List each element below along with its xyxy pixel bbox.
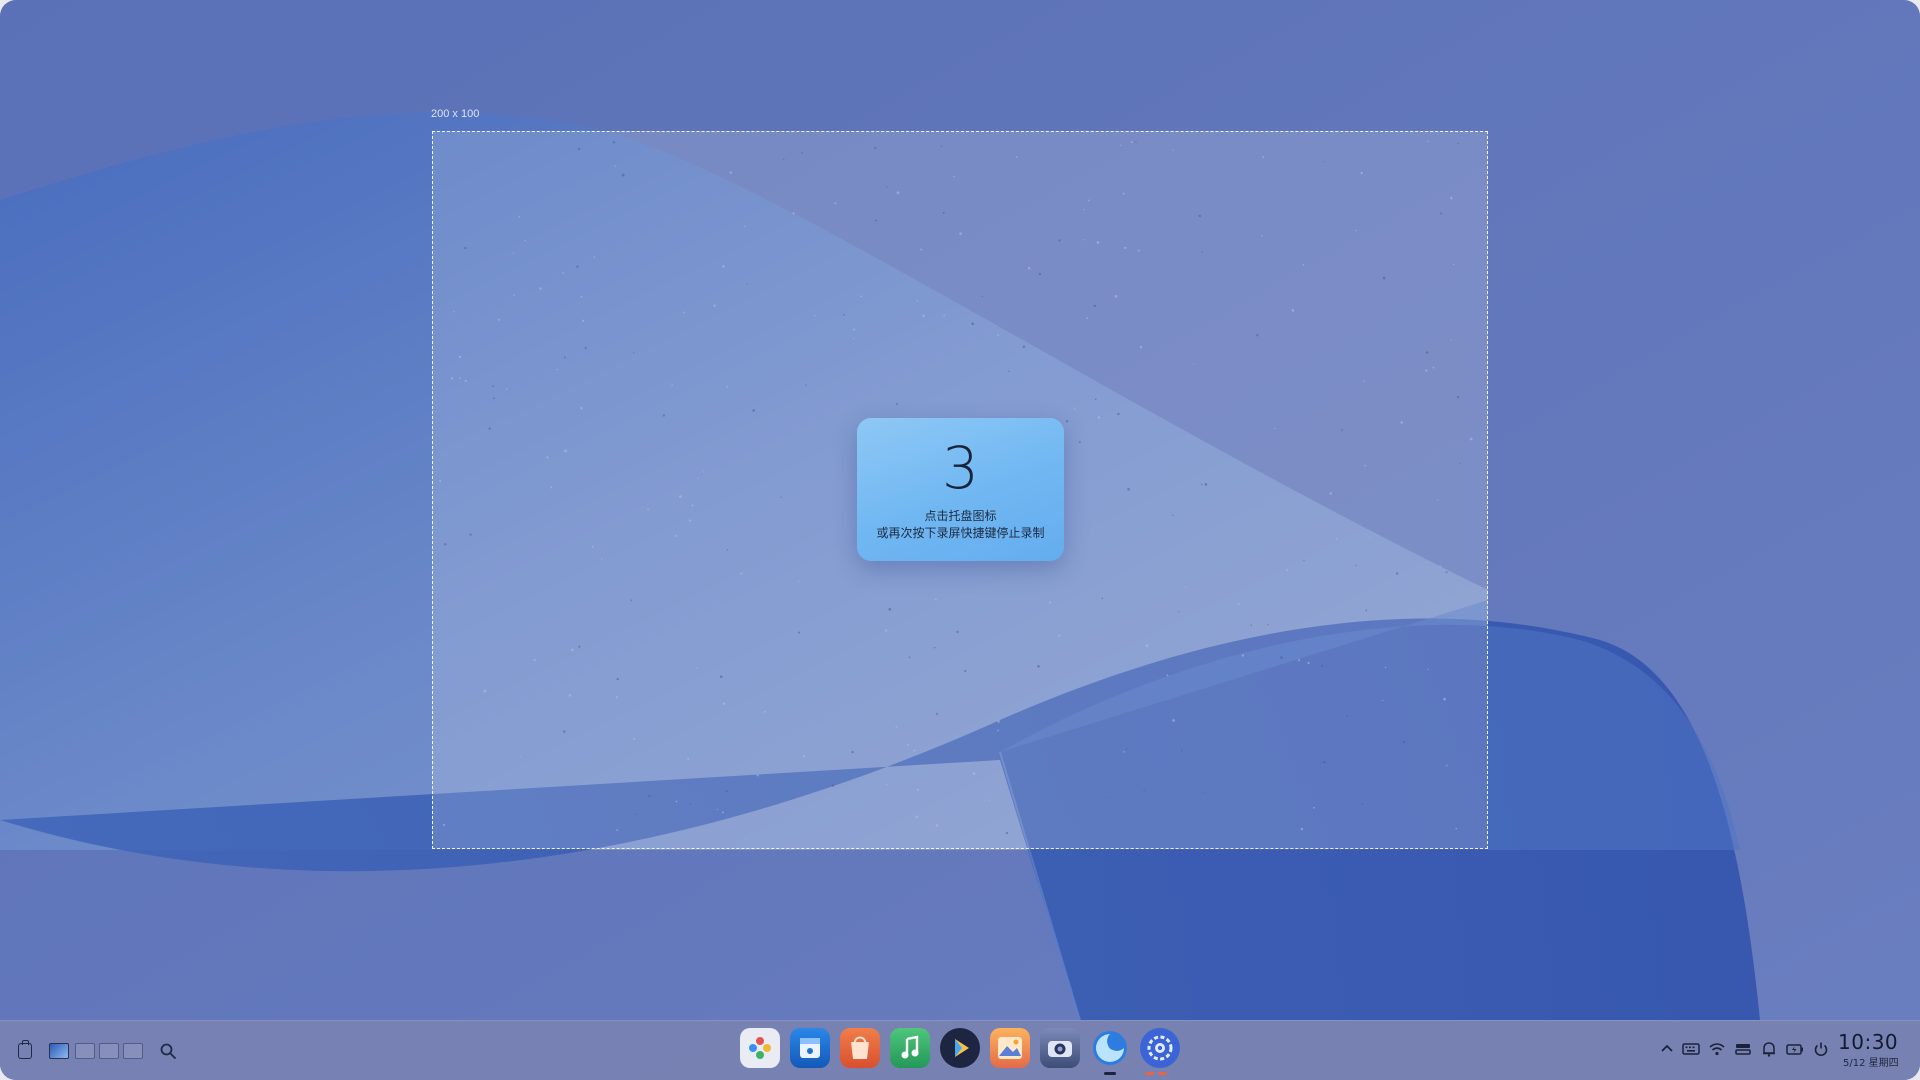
video-player-icon[interactable]: [940, 1028, 980, 1068]
stop-hint-line-1: 点击托盘图标: [924, 509, 997, 523]
workspace-3[interactable]: [99, 1043, 119, 1059]
workspace-2[interactable]: [75, 1043, 95, 1059]
app-store-icon[interactable]: [840, 1028, 880, 1068]
countdown-number: 3: [942, 434, 979, 502]
file-manager-icon[interactable]: [790, 1028, 830, 1068]
wifi-icon[interactable]: [1707, 1038, 1727, 1060]
battery-icon[interactable]: [1785, 1038, 1805, 1060]
clock-time[interactable]: 10:30: [1838, 1030, 1898, 1054]
camera-icon[interactable]: [1040, 1028, 1080, 1068]
recording-countdown-card: 3 点击托盘图标 或再次按下录屏快捷键停止录制: [857, 418, 1064, 561]
bell-icon[interactable]: [1759, 1038, 1779, 1060]
selection-size-label: 200 x 100: [431, 108, 480, 120]
workspace-4[interactable]: [123, 1043, 143, 1059]
desktop-screen: 200 x 100 3 点击托盘图标 或再次按下录屏快捷键停止录制 10:30 …: [0, 0, 1920, 1080]
image-viewer-icon[interactable]: [990, 1028, 1030, 1068]
keyboard-icon[interactable]: [1681, 1038, 1701, 1060]
browser-icon[interactable]: [1090, 1028, 1130, 1068]
workspace-1[interactable]: [49, 1043, 69, 1059]
search-icon[interactable]: [160, 1043, 176, 1059]
stop-hint-line-2: 或再次按下录屏快捷键停止录制: [876, 526, 1045, 540]
chevron-up-icon[interactable]: [1657, 1038, 1677, 1060]
settings-running-indicator: [1145, 1072, 1167, 1075]
clipboard-icon[interactable]: [18, 1040, 32, 1059]
launcher-icon[interactable]: [740, 1028, 780, 1068]
power-icon[interactable]: [1811, 1038, 1831, 1060]
clock-date[interactable]: 5/12 星期四: [1843, 1054, 1899, 1069]
browser-running-indicator: [1104, 1072, 1116, 1075]
music-icon[interactable]: [890, 1028, 930, 1068]
storage-icon[interactable]: [1733, 1038, 1753, 1060]
settings-icon[interactable]: [1140, 1028, 1180, 1068]
